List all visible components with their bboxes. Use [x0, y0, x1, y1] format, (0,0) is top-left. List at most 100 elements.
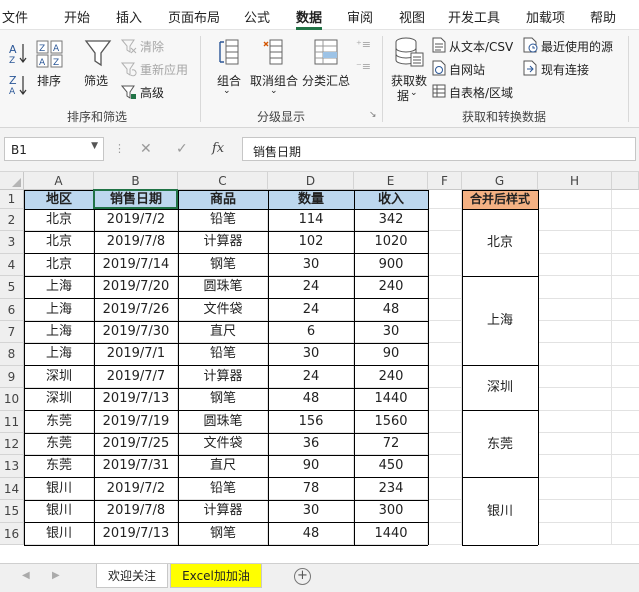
data-cell[interactable]: 300 [354, 500, 428, 522]
row-header[interactable]: 1 [0, 190, 24, 209]
add-sheet-icon[interactable]: + [294, 568, 311, 585]
column-header[interactable]: E [354, 172, 428, 190]
data-cell[interactable]: 银川 [24, 500, 94, 522]
clear-button[interactable]: 清除 [140, 38, 164, 55]
row-header[interactable]: 2 [0, 209, 24, 232]
data-cell[interactable]: 240 [354, 276, 428, 298]
menu-file[interactable]: 文件 [2, 7, 28, 26]
data-cell[interactable]: 北京 [24, 209, 94, 231]
data-cell[interactable]: 深圳 [24, 366, 94, 388]
name-box[interactable]: B1 ▼ [4, 137, 104, 161]
show-detail-icon[interactable]: ⁺≡ [356, 38, 371, 51]
ungroup-icon[interactable] [262, 38, 284, 66]
data-cell[interactable]: 钢笔 [178, 523, 268, 545]
data-cell[interactable]: 2019/7/26 [94, 299, 178, 321]
data-cell[interactable]: 6 [268, 321, 354, 343]
get-data-button-line2[interactable]: 据 [397, 87, 409, 104]
row-header[interactable]: 12 [0, 433, 24, 456]
column-header[interactable]: D [268, 172, 354, 190]
scroll-right-icon[interactable]: ▶ [52, 570, 60, 581]
chevron-down-icon[interactable]: ⌄ [270, 86, 278, 96]
chevron-down-icon[interactable]: ⌄ [223, 86, 231, 96]
menu-review[interactable]: 审阅 [347, 7, 373, 26]
sheet-tab-excel[interactable]: Excel加加油 [170, 564, 262, 588]
data-cell[interactable]: 上海 [24, 299, 94, 321]
data-cell[interactable]: 2019/7/31 [94, 455, 178, 477]
row-header[interactable]: 8 [0, 343, 24, 366]
data-cell[interactable]: 2019/7/1 [94, 343, 178, 365]
dialog-launcher-icon[interactable]: ↘ [369, 110, 377, 120]
menu-data[interactable]: 数据 [296, 7, 322, 26]
data-cell[interactable]: 2019/7/2 [94, 209, 178, 231]
data-cell[interactable]: 48 [354, 299, 428, 321]
sort-button[interactable]: 排序 [37, 72, 61, 89]
data-cell[interactable]: 342 [354, 209, 428, 231]
data-cell[interactable]: 直尺 [178, 455, 268, 477]
row-header[interactable]: 10 [0, 388, 24, 411]
data-cell[interactable]: 2019/7/14 [94, 254, 178, 276]
row-header[interactable]: 3 [0, 231, 24, 254]
data-cell[interactable]: 90 [354, 343, 428, 365]
data-cell[interactable]: 90 [268, 455, 354, 477]
row-header[interactable]: 4 [0, 253, 24, 277]
menu-formulas[interactable]: 公式 [244, 7, 270, 26]
data-cell[interactable]: 2019/7/30 [94, 321, 178, 343]
row-header[interactable]: 7 [0, 321, 24, 344]
header-cell[interactable]: 商品 [178, 190, 268, 209]
recent-sources-button[interactable]: 最近使用的源 [541, 38, 613, 55]
data-cell[interactable]: 北京 [24, 231, 94, 253]
row-header[interactable]: 6 [0, 298, 24, 321]
hide-detail-icon[interactable]: ⁻≡ [356, 60, 371, 73]
cancel-icon[interactable]: ✕ [140, 141, 152, 157]
data-cell[interactable]: 30 [354, 321, 428, 343]
data-cell[interactable]: 30 [268, 254, 354, 276]
row-header[interactable]: 11 [0, 410, 24, 433]
data-cell[interactable]: 钢笔 [178, 388, 268, 410]
column-header[interactable]: H [538, 172, 612, 190]
menu-developer[interactable]: 开发工具 [448, 7, 500, 26]
data-cell[interactable]: 2019/7/20 [94, 276, 178, 298]
data-cell[interactable]: 1560 [354, 411, 428, 433]
data-cell[interactable]: 文件袋 [178, 433, 268, 455]
row-header[interactable]: 15 [0, 500, 24, 523]
data-cell[interactable]: 900 [354, 254, 428, 276]
data-cell[interactable]: 计算器 [178, 231, 268, 253]
data-cell[interactable]: 2019/7/13 [94, 523, 178, 545]
filter-button[interactable]: 筛选 [84, 72, 108, 89]
data-cell[interactable]: 2019/7/8 [94, 231, 178, 253]
data-cell[interactable]: 上海 [24, 343, 94, 365]
advanced-button[interactable]: 高级 [140, 84, 164, 101]
merged-group-cell[interactable]: 东莞 [462, 410, 538, 478]
data-cell[interactable]: 78 [268, 478, 354, 500]
data-cell[interactable]: 234 [354, 478, 428, 500]
data-cell[interactable]: 计算器 [178, 500, 268, 522]
database-icon[interactable] [394, 36, 424, 68]
menu-insert[interactable]: 插入 [116, 7, 142, 26]
formula-input[interactable]: 销售日期 [242, 137, 636, 161]
chevron-down-icon[interactable]: ▼ [91, 141, 98, 151]
data-cell[interactable]: 文件袋 [178, 299, 268, 321]
data-cell[interactable]: 铅笔 [178, 343, 268, 365]
sheet-tab-welcome[interactable]: 欢迎关注 [96, 564, 168, 588]
column-header[interactable]: B [94, 172, 178, 190]
data-cell[interactable]: 2019/7/2 [94, 478, 178, 500]
data-cell[interactable]: 156 [268, 411, 354, 433]
data-cell[interactable]: 36 [268, 433, 354, 455]
row-header[interactable]: 9 [0, 365, 24, 389]
data-cell[interactable]: 24 [268, 299, 354, 321]
data-cell[interactable]: 直尺 [178, 321, 268, 343]
menu-view[interactable]: 视图 [399, 7, 425, 26]
from-web-button[interactable]: 自网站 [449, 61, 485, 78]
data-cell[interactable]: 1440 [354, 388, 428, 410]
merged-group-cell[interactable]: 深圳 [462, 365, 538, 411]
data-cell[interactable]: 计算器 [178, 366, 268, 388]
data-cell[interactable]: 钢笔 [178, 254, 268, 276]
row-header[interactable]: 16 [0, 522, 24, 545]
chevron-down-icon[interactable]: ⌄ [410, 88, 418, 98]
sort-ascending-icon[interactable]: A Z Z A [8, 40, 28, 96]
data-cell[interactable]: 2019/7/13 [94, 388, 178, 410]
data-cell[interactable]: 东莞 [24, 411, 94, 433]
data-cell[interactable]: 1020 [354, 231, 428, 253]
menu-addins[interactable]: 加载项 [526, 7, 565, 26]
enter-icon[interactable]: ✓ [176, 141, 188, 157]
